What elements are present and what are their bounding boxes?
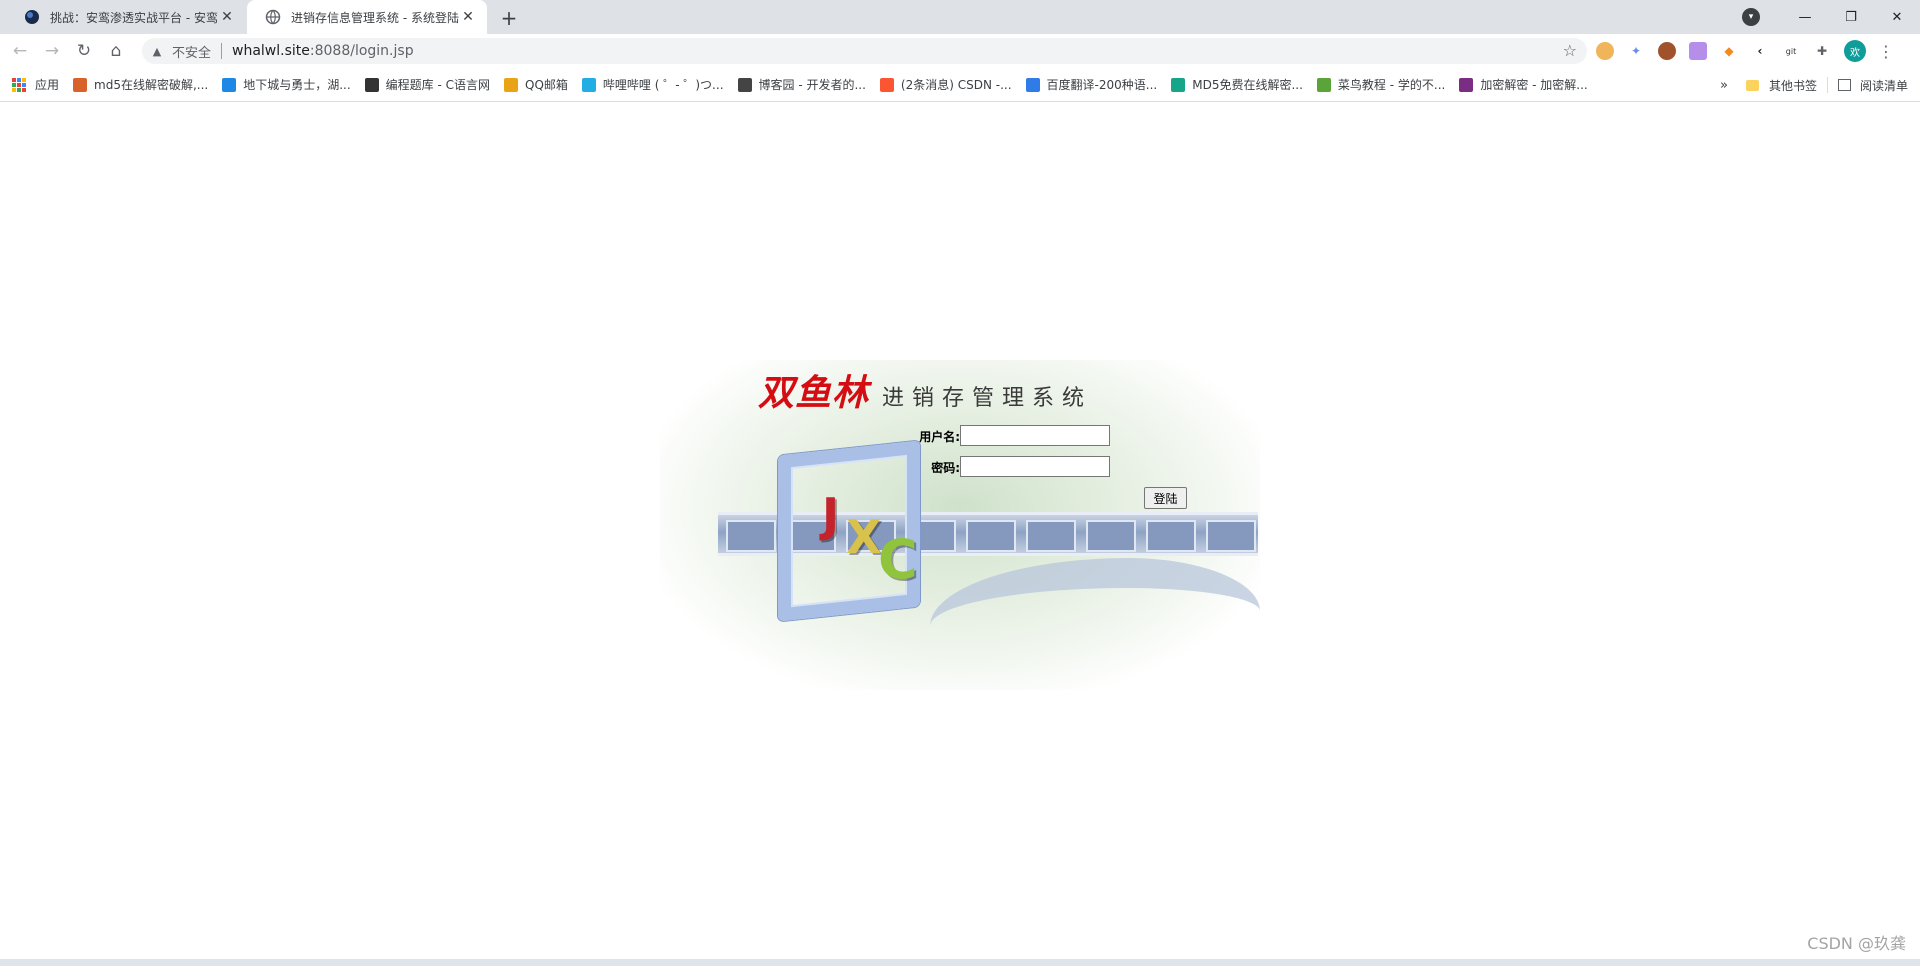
tab-title: 进销存信息管理系统 - 系统登陆 — [291, 10, 459, 25]
brand-title: 双鱼林 — [758, 372, 870, 414]
bookmark-item[interactable]: 博客园 - 开发者的... — [737, 76, 866, 93]
bookmark-divider — [1826, 77, 1828, 93]
password-label: 密码: — [931, 461, 960, 475]
tab-strip: 挑战：安鸾渗透实战平台 - 安鸾学 ✕ 进销存信息管理系统 - 系统登陆 ✕ +… — [0, 0, 1920, 34]
bookmark-item[interactable]: MD5免费在线解密... — [1171, 76, 1303, 93]
bookmark-apps[interactable]: 应用 — [12, 76, 59, 93]
md5-site-icon — [73, 77, 88, 92]
login-banner: J X C 双鱼林 进销存管理系统 — [660, 360, 1260, 690]
logo-letter-x: X — [846, 510, 882, 564]
bookmark-label: 博客园 - 开发者的... — [758, 78, 866, 92]
restore-button[interactable]: ❐ — [1828, 0, 1874, 34]
bottom-scroll-track — [0, 959, 1920, 966]
bookmark-label: QQ邮箱 — [525, 78, 568, 92]
cnblogs-icon — [737, 77, 752, 92]
c-site-icon — [364, 77, 379, 92]
bookmark-label: 地下城与勇士，湖... — [243, 78, 351, 92]
tab-login[interactable]: 进销存信息管理系统 - 系统登陆 ✕ — [247, 0, 487, 34]
purple-extension-icon[interactable] — [1689, 42, 1707, 60]
forward-arrow-icon[interactable]: → — [40, 39, 64, 63]
md5-free-icon — [1171, 77, 1186, 92]
git-zip-extension-icon[interactable]: git — [1782, 42, 1800, 60]
bookmark-item[interactable]: 百度翻译-200种语... — [1025, 76, 1158, 93]
bookmark-label: (2条消息) CSDN -... — [900, 78, 1012, 92]
warning-icon[interactable]: ▲ — [150, 44, 164, 58]
back-arrow-icon[interactable]: ← — [8, 39, 32, 63]
bookmark-label: 应用 — [35, 78, 60, 92]
u-site-icon — [222, 77, 237, 92]
folder-icon — [1745, 79, 1759, 91]
bilibili-icon — [581, 77, 596, 92]
home-icon[interactable]: ⌂ — [104, 39, 128, 63]
bird-extension-icon[interactable]: ✦ — [1627, 42, 1645, 60]
close-window-button[interactable]: ✕ — [1874, 0, 1920, 34]
address-bar[interactable]: ▲ 不安全 whalwl.site :8088/login.jsp ☆ — [142, 38, 1587, 64]
username-label: 用户名: — [919, 430, 960, 444]
puzzle-icon[interactable]: ✚ — [1813, 42, 1831, 60]
bookmark-label: 其他书签 — [1768, 78, 1817, 93]
cookie-extension-icon[interactable] — [1596, 42, 1614, 60]
bookmark-item[interactable]: md5在线解密破解,... — [73, 76, 208, 93]
logo-letter-c: C — [878, 528, 918, 591]
csdn-icon — [879, 77, 894, 92]
system-subtitle: 进销存管理系统 — [882, 386, 1093, 411]
globe-icon — [265, 9, 281, 25]
globe-dark-icon — [25, 10, 39, 24]
runoob-icon — [1316, 77, 1331, 92]
window-controls: ▾ — ❐ ✕ — [1742, 0, 1920, 34]
omnibox-divider — [221, 43, 223, 59]
bookmark-item[interactable]: 加密解密 - 加密解... — [1459, 76, 1588, 93]
close-icon[interactable]: ✕ — [218, 8, 236, 26]
bookmark-item[interactable]: (2条消息) CSDN -... — [879, 76, 1012, 93]
bookmark-star-icon[interactable]: ☆ — [1563, 41, 1577, 60]
browser-toolbar: ← → ↻ ⌂ ▲ 不安全 whalwl.site :8088/login.js… — [0, 34, 1920, 68]
bookmark-label: md5在线解密破解,... — [94, 78, 209, 92]
reload-icon[interactable]: ↻ — [72, 39, 96, 63]
new-tab-button[interactable]: + — [496, 5, 522, 31]
bookmark-item[interactable]: 菜鸟教程 - 学的不... — [1316, 76, 1446, 93]
minimize-button[interactable]: — — [1782, 0, 1828, 34]
more-menu-icon[interactable]: ⋮ — [1878, 42, 1894, 61]
bookmark-label: MD5免费在线解密... — [1192, 78, 1303, 92]
password-input[interactable] — [960, 456, 1110, 477]
bookmark-label: 编程题库 - C语言网 — [385, 78, 491, 92]
bookmark-label: 加密解密 - 加密解... — [1480, 78, 1588, 92]
login-button[interactable]: 登陆 — [1144, 487, 1187, 509]
bookmark-reading-list[interactable]: 阅读清单 — [1837, 77, 1908, 94]
url-path: :8088/login.jsp — [309, 43, 414, 59]
watermark: CSDN @玖龚 — [1807, 934, 1906, 953]
bookmark-item[interactable]: 编程题库 - C语言网 — [364, 76, 491, 93]
close-icon[interactable]: ✕ — [459, 8, 477, 26]
url-host: whalwl.site — [232, 43, 310, 59]
bookmark-other[interactable]: 其他书签 — [1745, 77, 1817, 94]
tab-anluan[interactable]: 挑战：安鸾渗透实战平台 - 安鸾学 ✕ — [6, 0, 246, 34]
more-bookmarks-icon[interactable]: » — [1720, 78, 1728, 93]
baidu-translate-icon — [1025, 77, 1040, 92]
username-input[interactable] — [960, 425, 1110, 446]
bookmarks-right: » 其他书签 阅读清单 — [1720, 68, 1908, 102]
bookmark-list: md5在线解密破解,... 地下城与勇士，湖... 编程题库 - C语言网 QQ邮箱 哔… — [73, 76, 1602, 93]
bookmark-item[interactable]: 哔哩哔哩 ( ゜- ゜)つ... — [581, 76, 724, 93]
tab-search-icon[interactable]: ▾ — [1742, 8, 1760, 26]
orange-extension-icon[interactable]: ◆ — [1720, 42, 1738, 60]
bookmark-label: 阅读清单 — [1859, 78, 1908, 93]
cookie-editor-icon[interactable] — [1658, 42, 1676, 60]
bookmark-label: 菜鸟教程 - 学的不... — [1337, 78, 1446, 92]
qq-mail-icon — [504, 77, 519, 92]
bookmarks-bar: 应用 md5在线解密破解,... 地下城与勇士，湖... 编程题库 - C语言网 QQ… — [0, 68, 1920, 102]
logo-letter-j: J — [822, 488, 840, 542]
profile-avatar[interactable]: 欢 — [1844, 40, 1866, 62]
apps-grid-icon — [12, 77, 26, 92]
reading-list-icon — [1837, 79, 1851, 91]
bookmark-item[interactable]: 地下城与勇士，湖... — [222, 76, 351, 93]
encrypt-icon — [1459, 77, 1474, 92]
bookmark-label: 哔哩哔哩 ( ゜- ゜)つ... — [602, 78, 724, 92]
angle-bracket-extension-icon[interactable]: ‹ — [1751, 42, 1769, 60]
bookmark-label: 百度翻译-200种语... — [1046, 78, 1158, 92]
security-label[interactable]: 不安全 — [172, 42, 211, 61]
bookmark-item[interactable]: QQ邮箱 — [504, 76, 568, 93]
extensions: ✦ ◆ ‹ git ✚ 欢 ⋮ — [1596, 34, 1894, 68]
tab-title: 挑战：安鸾渗透实战平台 - 安鸾学 — [50, 10, 218, 25]
